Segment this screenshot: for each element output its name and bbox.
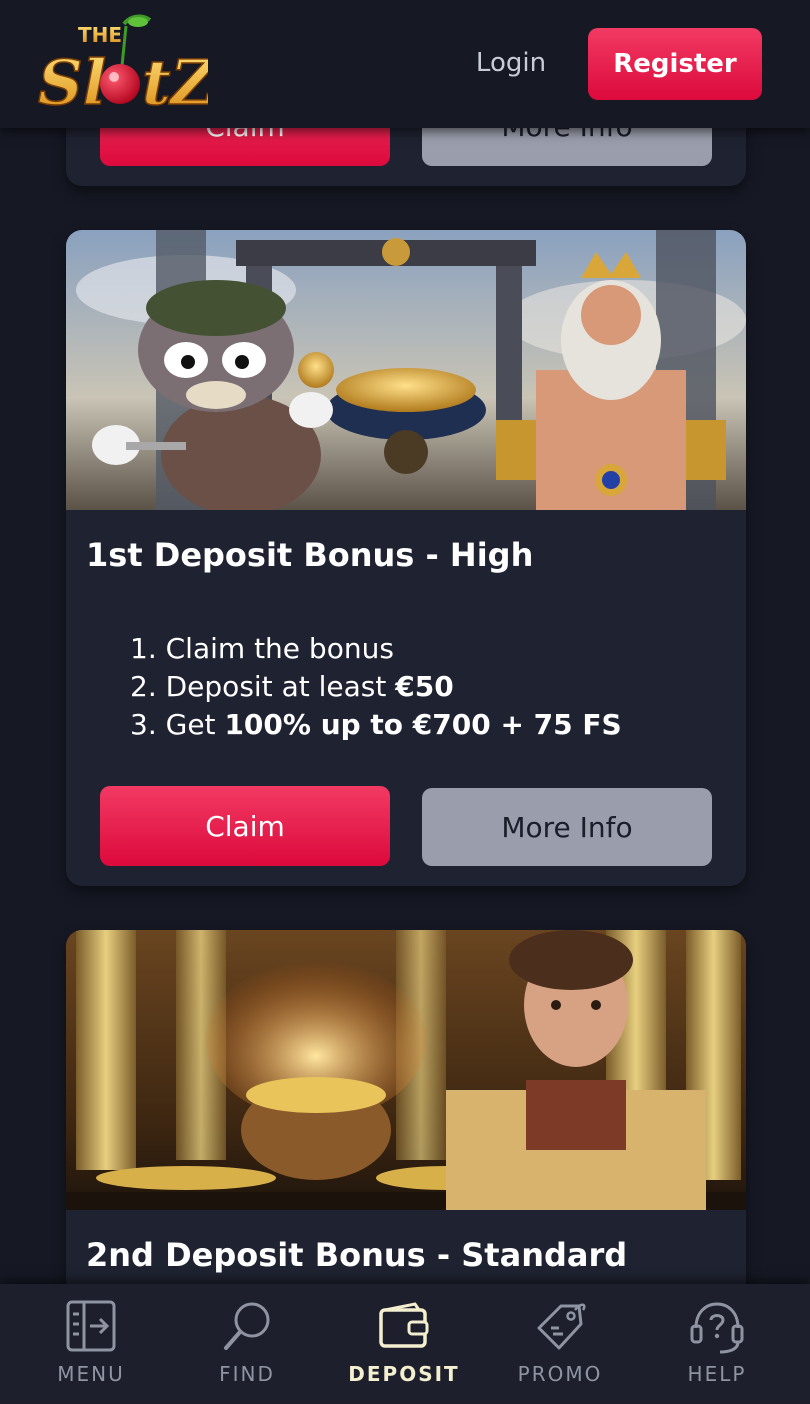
slotz-logo[interactable]: THE Sl tZ — [38, 14, 208, 114]
nav-label: FIND — [219, 1362, 275, 1386]
step-text: Deposit at least — [165, 670, 396, 703]
wallet-icon — [379, 1302, 429, 1348]
svg-text:THE: THE — [78, 23, 122, 47]
step-highlight: 100% up to €700 + 75 FS — [224, 708, 622, 741]
nav-item-find[interactable]: FIND — [169, 1284, 325, 1404]
svg-text:tZ: tZ — [142, 46, 208, 114]
step-highlight: €50 — [395, 670, 454, 703]
search-icon — [224, 1302, 270, 1350]
svg-text:Sl: Sl — [38, 46, 106, 114]
site-header: THE Sl tZ Login Register — [0, 0, 810, 128]
bonus-title: 1st Deposit Bonus - High — [86, 536, 534, 574]
step-number: 3. — [130, 708, 157, 741]
bonus-step: 2. Deposit at least €50 — [130, 668, 720, 706]
nav-item-help[interactable]: HELP — [639, 1284, 795, 1404]
bonus-steps-list: 1. Claim the bonus 2. Deposit at least €… — [130, 630, 720, 744]
bonus-banner-image — [66, 930, 746, 1210]
menu-icon — [66, 1300, 116, 1352]
register-button[interactable]: Register — [588, 28, 762, 100]
tag-icon — [537, 1303, 586, 1350]
claim-button[interactable]: Claim — [100, 786, 390, 866]
nav-item-deposit[interactable]: DEPOSIT — [326, 1284, 482, 1404]
nav-item-promo[interactable]: PROMO — [482, 1284, 638, 1404]
bonus-step: 1. Claim the bonus — [130, 630, 720, 668]
nav-label: MENU — [57, 1362, 125, 1386]
bonus-card-1st-deposit: 1st Deposit Bonus - High 1. Claim the bo… — [66, 230, 746, 886]
nav-label: DEPOSIT — [348, 1362, 460, 1386]
login-link[interactable]: Login — [456, 40, 566, 86]
bonus-title: 2nd Deposit Bonus - Standard — [86, 1236, 628, 1274]
nav-label: PROMO — [517, 1362, 603, 1386]
step-number: 2. — [130, 670, 157, 703]
step-number: 1. — [130, 632, 157, 665]
more-info-button[interactable]: More Info — [422, 788, 712, 866]
bonus-step: 3. Get 100% up to €700 + 75 FS — [130, 706, 720, 744]
step-text: Claim the bonus — [165, 632, 394, 665]
bonus-banner-image — [66, 230, 746, 510]
page: Claim More Info — [0, 0, 810, 1404]
bottom-nav: MENU FIND DEPOSIT PROMO HELP — [0, 1284, 810, 1404]
nav-item-menu[interactable]: MENU — [13, 1284, 169, 1404]
step-text: Get — [165, 708, 225, 741]
help-icon — [690, 1302, 744, 1354]
nav-label: HELP — [687, 1362, 747, 1386]
